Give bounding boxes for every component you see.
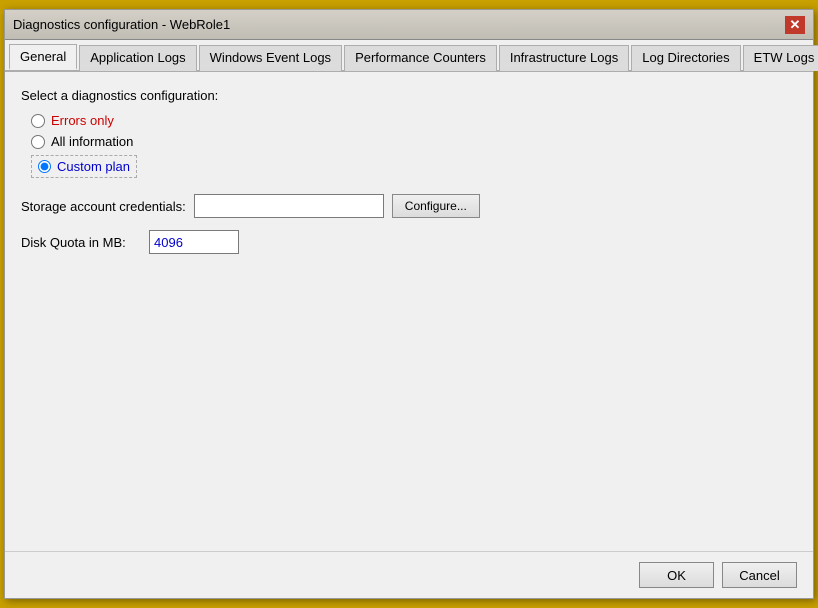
close-icon: ✕ — [790, 17, 801, 33]
ok-button[interactable]: OK — [639, 562, 714, 588]
section-label: Select a diagnostics configuration: — [21, 88, 797, 103]
dialog-window: Diagnostics configuration - WebRole1 ✕ G… — [4, 9, 814, 599]
disk-quota-label: Disk Quota in MB: — [21, 235, 141, 250]
tab-infrastructure-logs[interactable]: Infrastructure Logs — [499, 45, 629, 71]
storage-account-input[interactable] — [194, 194, 384, 218]
disk-quota-input[interactable] — [149, 230, 239, 254]
radio-errors-only-label[interactable]: Errors only — [51, 113, 114, 128]
radio-all-information-input[interactable] — [31, 135, 45, 149]
tab-application-logs[interactable]: Application Logs — [79, 45, 196, 71]
disk-quota-row: Disk Quota in MB: — [21, 230, 797, 254]
tab-general[interactable]: General — [9, 44, 77, 70]
content-area: Select a diagnostics configuration: Erro… — [5, 72, 813, 551]
radio-errors-only: Errors only — [31, 113, 797, 128]
tab-log-directories[interactable]: Log Directories — [631, 45, 740, 71]
window-title: Diagnostics configuration - WebRole1 — [13, 17, 230, 32]
radio-custom-plan-row: Custom plan — [31, 155, 137, 178]
close-button[interactable]: ✕ — [785, 16, 805, 34]
radio-all-information: All information — [31, 134, 797, 149]
cancel-button[interactable]: Cancel — [722, 562, 797, 588]
tab-etw-logs[interactable]: ETW Logs — [743, 45, 818, 71]
radio-custom-plan-label[interactable]: Custom plan — [57, 159, 130, 174]
radio-all-information-label[interactable]: All information — [51, 134, 133, 149]
storage-account-label: Storage account credentials: — [21, 199, 186, 214]
tabs-container: General Application Logs Windows Event L… — [5, 40, 813, 72]
configure-button[interactable]: Configure... — [392, 194, 480, 218]
tab-windows-event-logs[interactable]: Windows Event Logs — [199, 45, 342, 71]
radio-errors-only-input[interactable] — [31, 114, 45, 128]
tab-performance-counters[interactable]: Performance Counters — [344, 45, 497, 71]
storage-account-row: Storage account credentials: Configure..… — [21, 194, 797, 218]
button-bar: OK Cancel — [5, 551, 813, 598]
radio-custom-plan-input[interactable] — [38, 160, 51, 173]
radio-group: Errors only All information Custom plan — [31, 113, 797, 178]
title-bar: Diagnostics configuration - WebRole1 ✕ — [5, 10, 813, 40]
